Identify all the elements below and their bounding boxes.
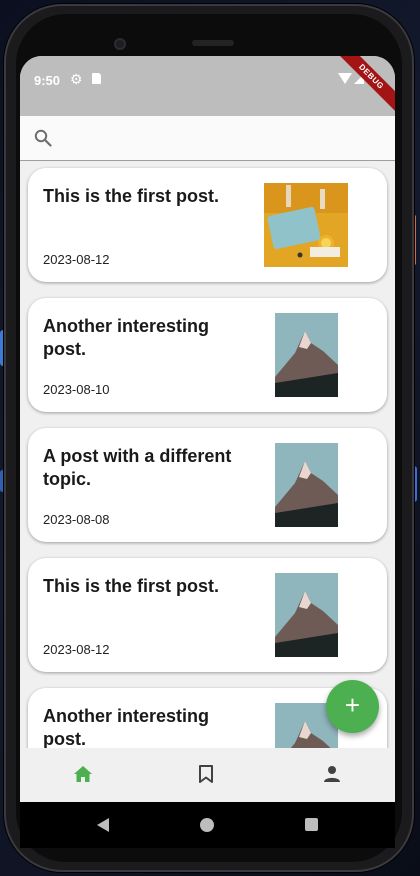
bottom-navigation-bar (20, 748, 395, 802)
post-thumbnail-mountain (275, 573, 338, 657)
post-card[interactable]: This is the first post. 2023-08-12 (28, 168, 387, 282)
post-title: Another interesting post. (43, 706, 210, 748)
post-card[interactable]: This is the first post. 2023-08-12 (28, 558, 387, 672)
post-thumbnail-food (264, 183, 348, 267)
sd-card-icon (92, 73, 101, 84)
front-camera (114, 38, 126, 50)
post-card[interactable]: A post with a different topic. 2023-08-0… (28, 428, 387, 542)
add-post-button[interactable]: + (326, 680, 379, 733)
nav-item-home[interactable] (20, 748, 145, 802)
debug-banner: DEBUG (330, 56, 395, 118)
home-icon (74, 766, 92, 782)
post-thumbnail-mountain (275, 313, 338, 397)
post-date: 2023-08-10 (43, 382, 110, 397)
person-icon (324, 766, 340, 782)
home-circle-icon[interactable] (200, 818, 214, 832)
post-title: A post with a different topic. (43, 446, 232, 489)
post-date: 2023-08-12 (43, 252, 110, 267)
system-navigation-bar (20, 802, 395, 848)
search-bar[interactable] (20, 116, 395, 161)
post-thumbnail-mountain (275, 443, 338, 527)
app-screen: 9:50 ⚙ DEBUG This is the first post. 202… (20, 56, 395, 802)
nav-item-profile[interactable] (270, 748, 395, 802)
recents-icon[interactable] (305, 818, 318, 831)
post-date: 2023-08-08 (43, 512, 110, 527)
post-feed[interactable]: This is the first post. 2023-08-12 Anoth… (20, 162, 395, 748)
settings-gear-icon: ⚙ (70, 71, 83, 87)
post-date: 2023-08-12 (43, 642, 110, 657)
status-bar: 9:50 ⚙ DEBUG (20, 56, 395, 118)
status-time: 9:50 (34, 73, 61, 88)
post-title: This is the first post. (43, 576, 220, 596)
plus-icon: + (344, 690, 361, 720)
wifi-icon (338, 73, 352, 84)
post-card[interactable]: Another interesting post. 2023-08-10 (28, 298, 387, 412)
bookmark-icon (199, 765, 213, 783)
search-icon[interactable] (34, 129, 52, 147)
nav-item-bookmarks[interactable] (145, 748, 270, 802)
post-title: Another interesting post. (43, 316, 210, 359)
earpiece-speaker (192, 40, 234, 46)
back-icon[interactable] (97, 818, 109, 832)
post-title: This is the first post. (43, 186, 220, 206)
